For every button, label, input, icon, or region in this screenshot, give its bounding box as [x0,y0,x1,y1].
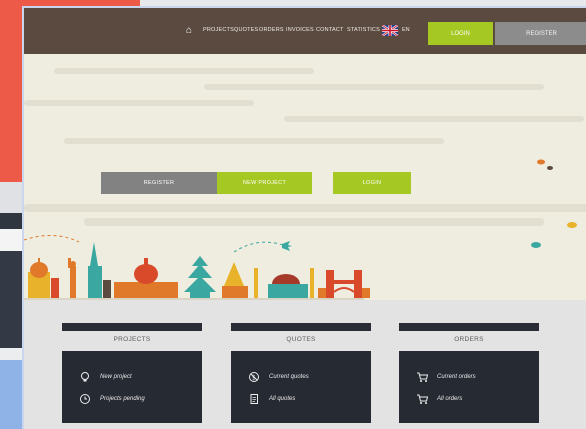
hero-login-button[interactable]: LOGIN [333,172,411,194]
top-navbar: ⌂ PROJECTS QUOTES ORDERS INVOICES CONTAC… [24,8,586,54]
quotes-header-bar [231,323,371,331]
dashboard-section: PROJECTS New project Projects pending QU… [24,300,586,429]
register-button[interactable]: REGISTER [495,22,586,45]
home-icon[interactable]: ⌂ [186,25,192,36]
cart-icon [415,392,429,406]
background-window-strip [0,229,22,251]
current-orders-link[interactable]: Current orders [415,370,476,384]
projects-title: PROJECTS [113,336,151,343]
background-window-strip [0,251,22,348]
nav-link-quotes[interactable]: QUOTES [234,27,258,33]
bird-icon [537,159,553,170]
nav-link-invoices[interactable]: INVOICES [286,27,314,33]
sky-streak [24,204,586,212]
background-window-strip [0,213,22,229]
lightbulb-icon [78,370,92,384]
svg-text:$: $ [252,375,256,382]
language-selector[interactable]: EN [402,27,410,33]
nav-link-projects[interactable]: PROJECTS [203,27,234,33]
all-quotes-link[interactable]: All quotes [247,392,295,406]
background-window-strip [0,348,22,360]
projects-header-bar [62,323,202,331]
new-project-link[interactable]: New project [78,370,132,384]
world-landmarks-illustration [24,235,370,300]
background-window-strip [0,360,22,429]
orders-title: ORDERS [454,336,484,343]
sky-streak [54,68,314,74]
all-orders-link[interactable]: All orders [415,392,462,406]
nav-link-statistics[interactable]: STATISTICS [347,27,380,33]
quotes-title: QUOTES [286,336,316,343]
document-icon [247,392,261,406]
quotes-card: $ Current quotes All quotes [231,351,371,423]
projects-pending-link[interactable]: Projects pending [78,392,145,406]
nav-link-contact[interactable]: CONTACT [316,27,344,33]
no-dollar-icon: $ [247,370,261,384]
current-quotes-link[interactable]: $ Current quotes [247,370,309,384]
uk-flag-icon[interactable] [382,25,398,36]
sky-streak [284,116,584,122]
orders-card: Current orders All orders [399,351,539,423]
cart-icon [415,370,429,384]
sky-streak [204,84,544,90]
main-window: ⌂ PROJECTS QUOTES ORDERS INVOICES CONTAC… [22,6,586,429]
login-button[interactable]: LOGIN [428,22,493,45]
sky-streak [24,100,254,106]
sky-streak [64,138,444,144]
clock-icon [78,392,92,406]
hero-banner: REGISTER NEW PROJECT LOGIN [24,54,586,300]
new-project-button[interactable]: NEW PROJECT [217,172,312,194]
background-window-strip [0,182,22,213]
hero-register-button[interactable]: REGISTER [101,172,217,194]
nav-link-orders[interactable]: ORDERS [259,27,284,33]
orders-header-bar [399,323,539,331]
projects-card: New project Projects pending [62,351,202,423]
